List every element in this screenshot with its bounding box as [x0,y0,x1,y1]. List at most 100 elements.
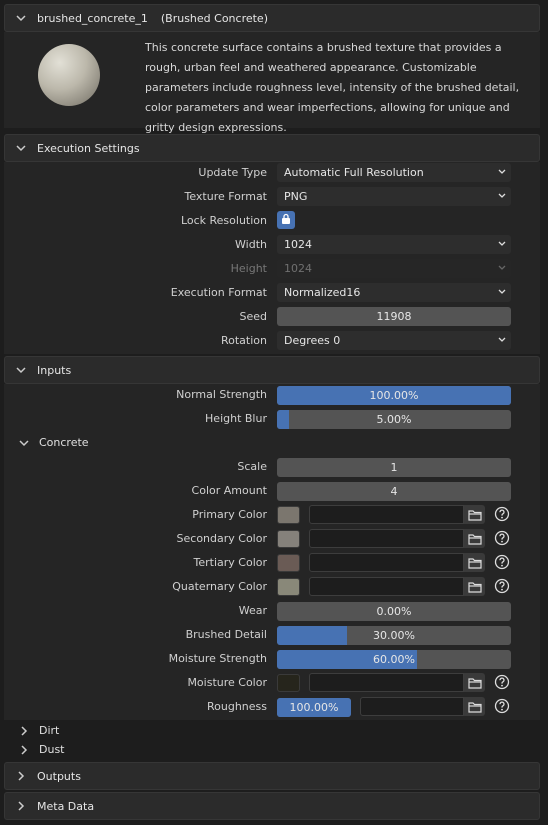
node-header[interactable]: brushed_concrete_1 (Brushed Concrete) [4,4,540,32]
secondary-color-swatch[interactable] [277,530,300,548]
wear-slider[interactable]: 0.00% [277,602,511,621]
subpanel-title: Dust [39,743,65,756]
dropdown-value: 1024 [284,238,312,251]
update-type-dropdown[interactable]: Automatic Full Resolution [277,163,511,182]
texture-format-label: Texture Format [184,190,267,203]
slider-value: 0.00% [376,605,412,618]
chevron-right-icon [18,725,30,737]
normal-strength-label: Normal Strength [176,388,267,401]
chevron-down-icon[interactable] [15,12,27,24]
execution-settings-header[interactable]: Execution Settings [4,134,540,162]
chevron-down-icon [497,286,507,298]
lock-resolution-toggle[interactable] [277,211,295,229]
height-blur-slider[interactable]: 5.00% [277,410,511,429]
chevron-right-icon [18,744,30,756]
dropdown-value: Automatic Full Resolution [284,166,424,179]
chevron-down-icon[interactable] [15,364,27,376]
chevron-right-icon[interactable] [15,800,27,812]
seed-label: Seed [239,310,268,323]
dropdown-value: Normalized16 [284,286,361,299]
subpanel-title: Dirt [39,724,60,737]
node-name: brushed_concrete_1 [37,11,148,25]
slider-value: 100.00% [289,701,339,714]
quaternary-color-swatch[interactable] [277,578,300,596]
tertiary-color-label: Tertiary Color [193,556,268,569]
moisture-color-texture-field[interactable] [309,673,464,692]
moisture-strength-slider[interactable]: 60.00% [277,650,511,669]
chevron-down-icon [497,238,507,250]
outputs-header[interactable]: Outputs [4,762,540,790]
primary-color-texture-field[interactable] [309,505,464,524]
lock-resolution-label: Lock Resolution [180,214,267,227]
execution-format-dropdown[interactable]: Normalized16 [277,283,511,302]
folder-icon[interactable] [464,529,485,548]
dropdown-value: 1024 [284,262,312,275]
meta-data-header[interactable]: Meta Data [4,792,540,820]
wear-label: Wear [238,604,267,617]
width-dropdown[interactable]: 1024 [277,235,511,254]
height-blur-label: Height Blur [205,412,267,425]
execution-format-label: Execution Format [170,286,267,299]
moisture-strength-label: Moisture Strength [168,652,267,665]
inputs-body [4,384,540,720]
secondary-color-label: Secondary Color [176,532,267,545]
seed-value: 11908 [376,310,412,323]
brushed-detail-slider[interactable]: 30.00% [277,626,511,645]
lock-icon [280,213,292,228]
roughness-texture-field[interactable] [360,697,464,716]
chevron-right-icon[interactable] [15,770,27,782]
help-icon[interactable] [494,506,510,522]
slider-fill [277,410,289,429]
slider-value: 5.00% [376,413,412,426]
slider-fill [277,626,348,645]
quaternary-color-texture-field[interactable] [309,577,464,596]
dropdown-value: Degrees 0 [284,334,341,347]
chevron-down-icon [18,437,30,449]
color-amount-label: Color Amount [191,484,267,497]
inputs-header[interactable]: Inputs [4,356,540,384]
dropdown-value: PNG [284,190,308,203]
dust-subpanel-header[interactable]: Dust [18,743,65,756]
concrete-subpanel-header[interactable]: Concrete [18,436,89,449]
help-icon[interactable] [494,674,510,690]
chevron-down-icon[interactable] [15,142,27,154]
scale-value: 1 [390,461,398,474]
moisture-color-swatch[interactable] [277,674,300,692]
folder-icon[interactable] [464,577,485,596]
roughness-slider[interactable]: 100.00% [277,698,351,717]
primary-color-label: Primary Color [192,508,267,521]
slider-value: 100.00% [369,389,419,402]
folder-icon[interactable] [464,553,485,572]
update-type-label: Update Type [198,166,267,179]
scale-field[interactable]: 1 [277,458,511,477]
quaternary-color-label: Quaternary Color [172,580,267,593]
help-icon[interactable] [494,578,510,594]
chevron-down-icon [497,262,507,274]
primary-color-swatch[interactable] [277,506,300,524]
node-type: (Brushed Concrete) [160,11,268,25]
chevron-down-icon [497,190,507,202]
moisture-color-label: Moisture Color [187,676,267,689]
secondary-color-texture-field[interactable] [309,529,464,548]
help-icon[interactable] [494,554,510,570]
texture-format-dropdown[interactable]: PNG [277,187,511,206]
height-label: Height [230,262,267,275]
rotation-label: Rotation [220,334,267,347]
dirt-subpanel-header[interactable]: Dirt [18,724,59,737]
folder-icon[interactable] [464,673,485,692]
help-icon[interactable] [494,530,510,546]
folder-icon[interactable] [464,505,485,524]
tertiary-color-swatch[interactable] [277,554,300,572]
color-amount-field[interactable]: 4 [277,482,511,501]
chevron-down-icon [497,166,507,178]
help-icon[interactable] [494,698,510,714]
section-title: Outputs [37,769,81,783]
slider-value: 60.00% [373,653,415,666]
subpanel-title: Concrete [39,436,89,449]
folder-icon[interactable] [464,697,485,716]
tertiary-color-texture-field[interactable] [309,553,464,572]
rotation-dropdown[interactable]: Degrees 0 [277,331,511,350]
seed-field[interactable]: 11908 [277,307,511,326]
normal-strength-slider[interactable]: 100.00% [277,386,511,405]
material-preview [38,44,100,106]
